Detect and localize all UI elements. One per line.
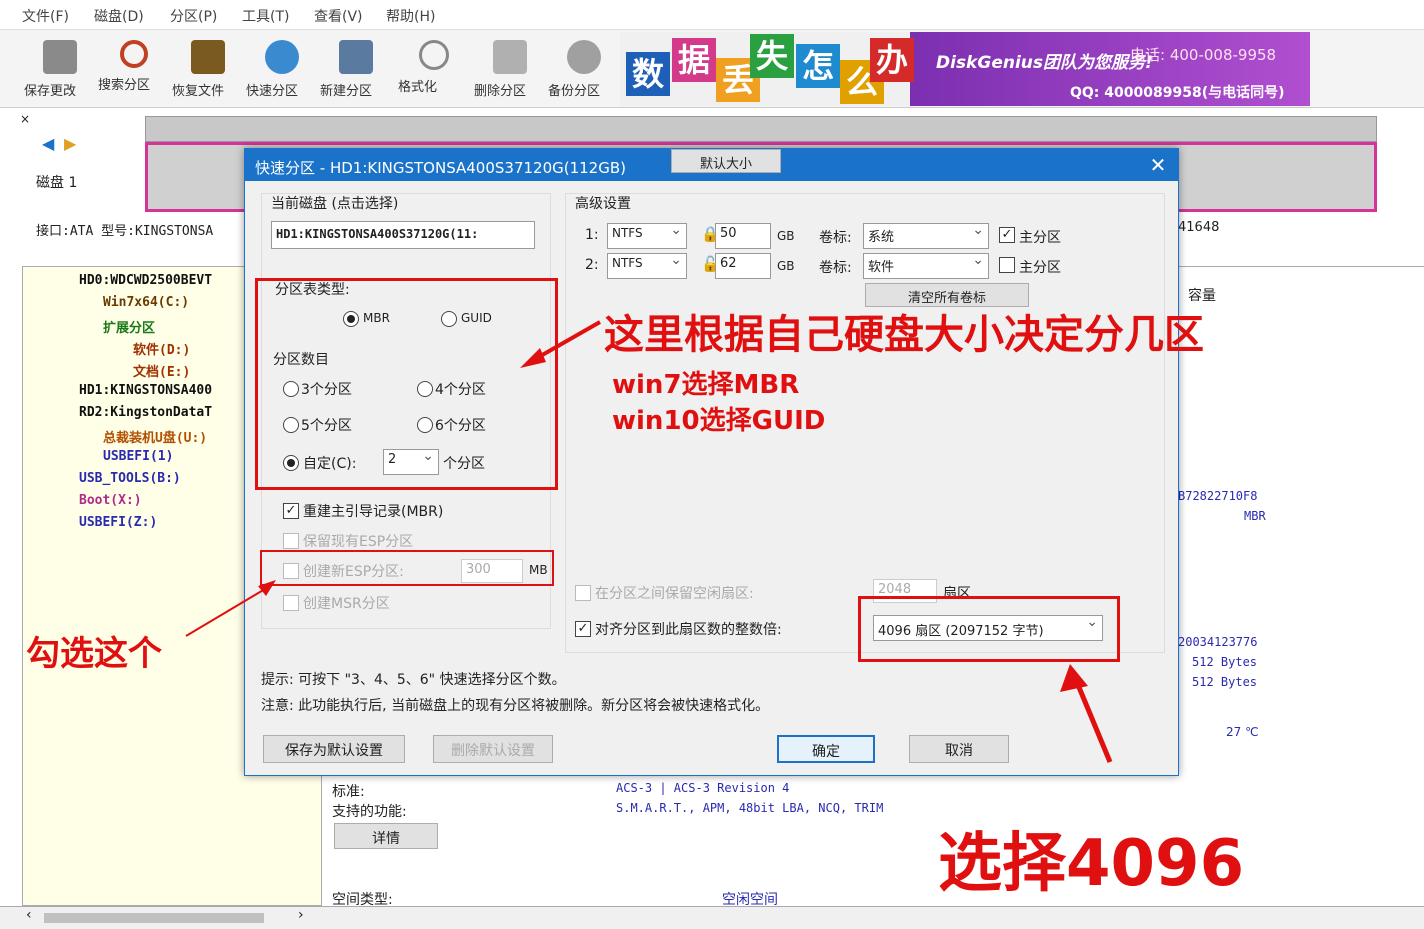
- arrowhead: [520, 348, 546, 368]
- status-bar: ‹ ›: [0, 906, 1424, 929]
- arrow-to-esp: [185, 585, 271, 637]
- annotation-choose-4096: 选择4096: [938, 827, 1245, 901]
- annotation-check-this: 勾选这个: [26, 634, 162, 674]
- horizontal-scrollbar[interactable]: [44, 913, 264, 923]
- scroll-right-icon[interactable]: ›: [298, 907, 304, 923]
- annotation-arrows: [185, 320, 1113, 763]
- scroll-left-icon[interactable]: ‹: [26, 907, 32, 923]
- arrowhead: [258, 580, 276, 596]
- arrowhead: [1060, 664, 1088, 692]
- arrow-to-align: [1073, 679, 1113, 763]
- annotation-win10: win10选择GUID: [612, 406, 826, 436]
- annotation-win7: win7选择MBR: [612, 370, 800, 400]
- annotation-main: 这里根据自己硬盘大小决定分几区: [604, 312, 1204, 358]
